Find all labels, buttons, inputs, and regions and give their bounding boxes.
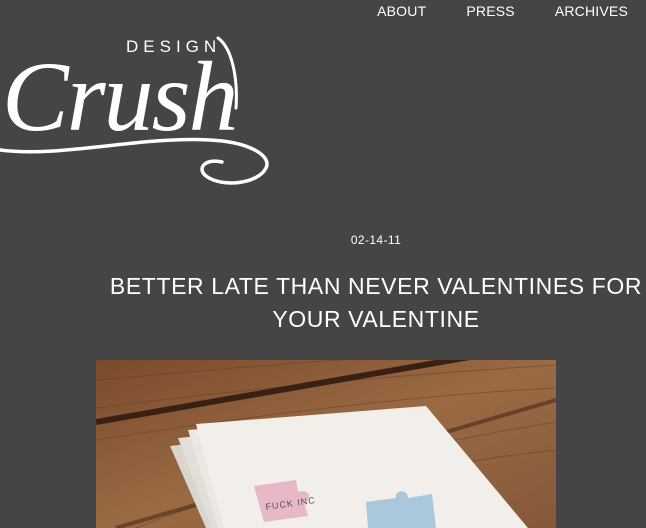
design-crush-logo-mark: DESIGN Crush [0, 36, 269, 185]
nav-archives-link[interactable]: ARCHIVES [555, 3, 628, 19]
nav-about-link[interactable]: ABOUT [377, 3, 426, 19]
post-title-line2: YOUR VALENTINE [272, 306, 480, 332]
post-image-illustration: FUCK INC [96, 360, 556, 528]
nav-press-link[interactable]: PRESS [466, 3, 514, 19]
logo-crush-text: Crush [2, 41, 237, 152]
top-nav: ABOUT PRESS ARCHIVES [377, 0, 628, 22]
site-logo[interactable]: DESIGN Crush [0, 8, 282, 194]
post-title-line1: BETTER LATE THAN NEVER VALENTINES FOR [109, 273, 643, 299]
post-title-link[interactable]: BETTER LATE THAN NEVER VALENTINES FOR YO… [110, 273, 642, 332]
post-image[interactable]: FUCK INC [96, 360, 556, 528]
post-date: 02-14-11 [350, 233, 402, 247]
post-title: BETTER LATE THAN NEVER VALENTINES FOR YO… [96, 270, 646, 336]
